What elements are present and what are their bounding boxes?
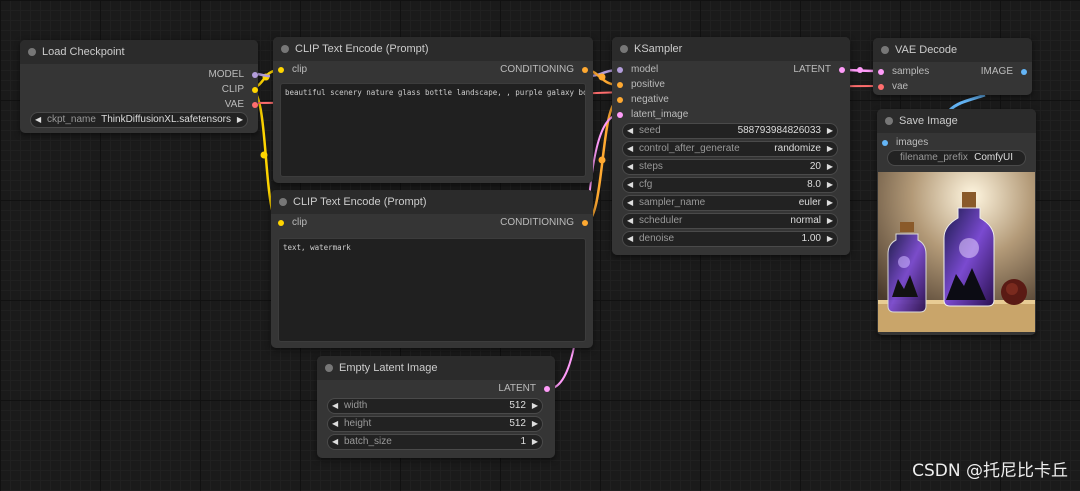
- steps-widget[interactable]: ◀ steps 20 ▶: [622, 159, 838, 175]
- input-clip[interactable]: clip: [278, 63, 307, 77]
- seed-widget[interactable]: ◀ seed 588793984826033 ▶: [622, 123, 838, 139]
- node-title[interactable]: CLIP Text Encode (Prompt): [271, 190, 593, 214]
- output-conditioning[interactable]: CONDITIONING: [500, 216, 588, 230]
- conditioning-pin-icon[interactable]: [617, 97, 623, 103]
- denoise-widget[interactable]: ◀ denoise 1.00 ▶: [622, 231, 838, 247]
- node-title[interactable]: VAE Decode: [873, 38, 1032, 62]
- model-pin-icon[interactable]: [252, 72, 258, 78]
- conditioning-pin-icon[interactable]: [582, 67, 588, 73]
- ckpt-name-combo[interactable]: ◀ ckpt_name ThinkDiffusionXL.safetensors…: [30, 112, 248, 128]
- node-vae-decode[interactable]: VAE Decode samples IMAGE vae: [873, 38, 1032, 95]
- decrement-arrow-icon[interactable]: ◀: [332, 399, 338, 413]
- output-clip[interactable]: CLIP: [222, 83, 258, 97]
- node-title[interactable]: KSampler: [612, 37, 850, 61]
- input-model[interactable]: model: [617, 63, 658, 77]
- node-title[interactable]: CLIP Text Encode (Prompt): [273, 37, 593, 61]
- node-ksampler[interactable]: KSampler model LATENT positive negative …: [612, 37, 850, 255]
- collapse-dot-icon[interactable]: [620, 45, 628, 53]
- scheduler-widget[interactable]: ◀ scheduler normal ▶: [622, 213, 838, 229]
- increment-arrow-icon[interactable]: ▶: [827, 160, 833, 174]
- collapse-dot-icon[interactable]: [325, 364, 333, 372]
- increment-arrow-icon[interactable]: ▶: [532, 435, 538, 449]
- latent-pin-icon[interactable]: [878, 69, 884, 75]
- clip-pin-icon[interactable]: [278, 220, 284, 226]
- decrement-arrow-icon[interactable]: ◀: [627, 124, 633, 138]
- vae-pin-icon[interactable]: [252, 102, 258, 108]
- node-save-image[interactable]: Save Image images filename_prefix ComfyUI: [877, 109, 1036, 335]
- increment-arrow-icon[interactable]: ▶: [827, 142, 833, 156]
- node-load-checkpoint[interactable]: Load Checkpoint MODEL CLIP VAE ◀ ckpt_na…: [20, 40, 258, 133]
- input-clip[interactable]: clip: [278, 216, 307, 230]
- sampler-name-widget[interactable]: ◀ sampler_name euler ▶: [622, 195, 838, 211]
- height-widget[interactable]: ◀ height 512 ▶: [327, 416, 543, 432]
- node-title[interactable]: Load Checkpoint: [20, 40, 258, 64]
- output-vae[interactable]: VAE: [225, 98, 258, 112]
- decrement-arrow-icon[interactable]: ◀: [35, 113, 41, 127]
- conditioning-pin-icon[interactable]: [617, 82, 623, 88]
- input-images[interactable]: images: [882, 136, 928, 150]
- increment-arrow-icon[interactable]: ▶: [827, 124, 833, 138]
- output-model[interactable]: MODEL: [208, 68, 258, 82]
- increment-arrow-icon[interactable]: ▶: [532, 417, 538, 431]
- clip-pin-icon[interactable]: [252, 87, 258, 93]
- output-latent[interactable]: LATENT: [793, 63, 845, 77]
- decrement-arrow-icon[interactable]: ◀: [627, 178, 633, 192]
- collapse-dot-icon[interactable]: [281, 45, 289, 53]
- prompt-textarea[interactable]: text, watermark: [278, 238, 586, 342]
- cfg-widget[interactable]: ◀ cfg 8.0 ▶: [622, 177, 838, 193]
- input-positive[interactable]: positive: [617, 78, 665, 92]
- input-negative[interactable]: negative: [617, 93, 669, 107]
- collapse-dot-icon[interactable]: [28, 48, 36, 56]
- input-samples[interactable]: samples: [878, 65, 929, 79]
- decrement-arrow-icon[interactable]: ◀: [627, 214, 633, 228]
- decrement-arrow-icon[interactable]: ◀: [627, 232, 633, 246]
- csdn-watermark: CSDN @托尼比卡丘: [912, 461, 1068, 481]
- node-title[interactable]: Empty Latent Image: [317, 356, 555, 380]
- node-clip-text-encode-positive[interactable]: CLIP Text Encode (Prompt) clip CONDITION…: [273, 37, 593, 183]
- output-latent[interactable]: LATENT: [498, 382, 550, 396]
- increment-arrow-icon[interactable]: ▶: [532, 399, 538, 413]
- increment-arrow-icon[interactable]: ▶: [827, 196, 833, 210]
- output-image[interactable]: IMAGE: [981, 65, 1027, 79]
- galaxy-bottles-image: [878, 172, 1035, 332]
- image-pin-icon[interactable]: [1021, 69, 1027, 75]
- collapse-dot-icon[interactable]: [881, 46, 889, 54]
- increment-arrow-icon[interactable]: ▶: [237, 113, 243, 127]
- output-conditioning[interactable]: CONDITIONING: [500, 63, 588, 77]
- decrement-arrow-icon[interactable]: ◀: [332, 417, 338, 431]
- vae-pin-icon[interactable]: [878, 84, 884, 90]
- prompt-textarea[interactable]: beautiful scenery nature glass bottle la…: [280, 83, 586, 177]
- wire-image: [948, 93, 986, 112]
- collapse-dot-icon[interactable]: [279, 198, 287, 206]
- input-latent-image[interactable]: latent_image: [617, 108, 688, 122]
- increment-arrow-icon[interactable]: ▶: [827, 178, 833, 192]
- latent-pin-icon[interactable]: [839, 67, 845, 73]
- decrement-arrow-icon[interactable]: ◀: [627, 196, 633, 210]
- latent-pin-icon[interactable]: [544, 386, 550, 392]
- increment-arrow-icon[interactable]: ▶: [827, 232, 833, 246]
- collapse-dot-icon[interactable]: [885, 117, 893, 125]
- clip-pin-icon[interactable]: [278, 67, 284, 73]
- output-image-preview[interactable]: [878, 172, 1035, 332]
- batch-size-widget[interactable]: ◀ batch_size 1 ▶: [327, 434, 543, 450]
- decrement-arrow-icon[interactable]: ◀: [627, 160, 633, 174]
- increment-arrow-icon[interactable]: ▶: [827, 214, 833, 228]
- node-empty-latent-image[interactable]: Empty Latent Image LATENT ◀ width 512 ▶ ◀ he…: [317, 356, 555, 458]
- conditioning-pin-icon[interactable]: [582, 220, 588, 226]
- model-pin-icon[interactable]: [617, 67, 623, 73]
- width-widget[interactable]: ◀ width 512 ▶: [327, 398, 543, 414]
- input-vae[interactable]: vae: [878, 80, 908, 94]
- image-pin-icon[interactable]: [882, 140, 888, 146]
- decrement-arrow-icon[interactable]: ◀: [627, 142, 633, 156]
- decrement-arrow-icon[interactable]: ◀: [332, 435, 338, 449]
- filename-prefix-widget[interactable]: filename_prefix ComfyUI: [887, 150, 1026, 166]
- node-title[interactable]: Save Image: [877, 109, 1036, 133]
- control-after-generate-widget[interactable]: ◀ control_after_generate randomize ▶: [622, 141, 838, 157]
- node-clip-text-encode-negative[interactable]: CLIP Text Encode (Prompt) clip CONDITION…: [271, 190, 593, 348]
- latent-pin-icon[interactable]: [617, 112, 623, 118]
